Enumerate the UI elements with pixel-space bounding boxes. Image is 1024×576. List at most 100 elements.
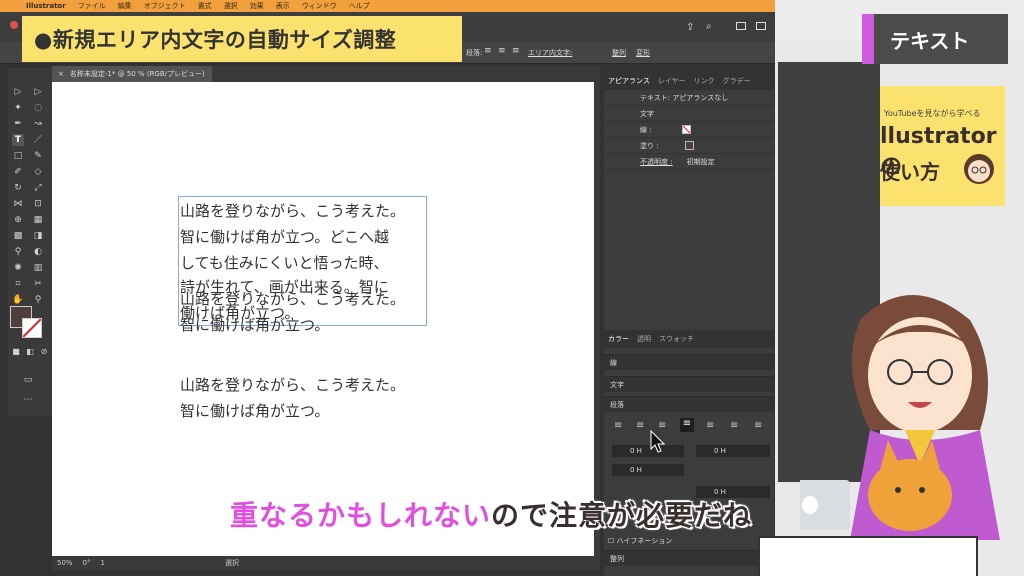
free-transform-icon[interactable]: ⊡ <box>32 198 44 210</box>
align-right-icon[interactable]: ≡ <box>512 46 520 56</box>
tab-layers[interactable]: レイヤー <box>658 76 686 86</box>
search-icon[interactable]: ⌕ <box>706 21 712 32</box>
lasso-icon[interactable]: ◌ <box>32 102 44 114</box>
paragraph-panel-header[interactable]: 段落 <box>604 396 774 412</box>
curvature-tool-icon[interactable]: ↝ <box>32 118 44 130</box>
width-tool-icon[interactable]: ⋈ <box>12 198 24 210</box>
menu-item-help[interactable]: ヘルプ <box>349 1 370 11</box>
transform-link[interactable]: 変形 <box>636 48 650 58</box>
color-mode-icon[interactable]: ■ <box>10 346 22 358</box>
align-link[interactable]: 整列 <box>612 48 626 58</box>
tab-transparency[interactable]: 透明 <box>637 334 651 344</box>
workspace-icon[interactable] <box>736 22 746 30</box>
arrange-documents-icon[interactable] <box>756 22 766 30</box>
slice-tool-icon[interactable]: ✂ <box>32 278 44 290</box>
tab-swatches[interactable]: スウォッチ <box>659 334 694 344</box>
zoom-tool-icon[interactable]: ⚲ <box>32 294 44 306</box>
align-panel-header[interactable]: 整列 <box>604 550 774 566</box>
mesh-tool-icon[interactable]: ▩ <box>12 230 24 242</box>
share-icon[interactable]: ⇪ <box>686 22 694 33</box>
rotation-value[interactable]: 0° <box>83 559 91 567</box>
graph-tool-icon[interactable]: ▥ <box>32 262 44 274</box>
character-panel-header[interactable]: 文字 <box>604 376 774 392</box>
para-justify-center-icon[interactable]: ≡ <box>706 420 714 431</box>
align-left-icon[interactable]: ≡ <box>484 46 492 56</box>
stroke-color-swatch[interactable] <box>22 318 42 338</box>
caption-subtitle: 重なるかもしれないので注意が必要だね <box>230 494 752 534</box>
paintbrush-icon[interactable]: ✎ <box>32 150 44 162</box>
document-tab[interactable]: × 名称未設定-1* @ 50 % (RGB/プレビュー) <box>52 66 212 82</box>
book-subtitle: YouTubeを見ながら学べる <box>884 109 981 118</box>
opacity-value: 初期設定 <box>686 157 715 166</box>
rectangle-tool-icon[interactable]: □ <box>12 150 24 162</box>
gradient-mode-icon[interactable]: ◧ <box>24 346 36 358</box>
para-justify-all-icon[interactable]: ≡ <box>754 420 762 431</box>
hyphenation-label: ハイフネーション <box>616 537 673 545</box>
menu-bar: Illustrator ファイル 編集 オブジェクト 書式 選択 効果 表示 ウ… <box>0 0 775 12</box>
menu-item-effect[interactable]: 効果 <box>250 1 264 11</box>
para-justify-left-icon[interactable]: ≡ <box>680 418 694 432</box>
tab-links[interactable]: リンク <box>694 76 715 86</box>
pen-tool-icon[interactable]: ✒ <box>12 118 24 130</box>
blend-tool-icon[interactable]: ◐ <box>32 246 44 258</box>
close-window-icon[interactable] <box>10 21 18 29</box>
tab-appearance[interactable]: アピアランス <box>608 76 650 86</box>
para-align-center-icon[interactable]: ≡ <box>636 420 644 431</box>
scale-tool-icon[interactable]: ⤢ <box>32 182 44 194</box>
appearance-row-fill[interactable]: 塗り : <box>604 138 774 154</box>
symbol-sprayer-icon[interactable]: ✺ <box>12 262 24 274</box>
para-justify-right-icon[interactable]: ≡ <box>730 420 738 431</box>
stroke-panel-header[interactable]: 線 <box>604 354 774 370</box>
menu-app-name[interactable]: Illustrator <box>26 2 66 10</box>
left-indent-field[interactable]: 0 H <box>612 445 684 457</box>
appearance-row-character[interactable]: 文字 <box>604 106 774 122</box>
appearance-panel-tabs: アピアランス レイヤー リンク グラデー <box>604 72 774 90</box>
zoom-level[interactable]: 50% <box>57 559 73 567</box>
tab-close-icon[interactable]: × <box>58 70 64 78</box>
menu-item-view[interactable]: 表示 <box>276 1 290 11</box>
area-type-label[interactable]: エリア内文字: <box>528 48 572 58</box>
first-line-indent-field[interactable]: 0 H <box>612 464 684 476</box>
align-center-icon[interactable]: ≡ <box>498 46 506 56</box>
hyphenation-checkbox[interactable]: ☐ ハイフネーション <box>608 536 672 546</box>
eyedropper-icon[interactable]: ⚲ <box>12 246 24 258</box>
appearance-row-opacity[interactable]: 不透明度 : 初期設定 <box>604 154 774 170</box>
hand-tool-icon[interactable]: ✋ <box>12 294 24 306</box>
rotate-tool-icon[interactable]: ↻ <box>12 182 24 194</box>
book-title-line-2: 使い方 <box>880 160 940 184</box>
eraser-icon[interactable]: ◇ <box>32 166 44 178</box>
magic-wand-icon[interactable]: ✦ <box>12 102 24 114</box>
vertical-scrollbar[interactable] <box>594 82 600 556</box>
menu-item-select[interactable]: 選択 <box>224 1 238 11</box>
line-tool-icon[interactable]: ／ <box>32 134 44 146</box>
menu-item-file[interactable]: ファイル <box>78 1 106 11</box>
artboard-number[interactable]: 1 <box>101 559 105 567</box>
topic-tag-label: テキスト <box>890 28 970 53</box>
menu-item-edit[interactable]: 編集 <box>118 1 132 11</box>
para-align-left-icon[interactable]: ≡ <box>614 420 622 431</box>
menu-item-type[interactable]: 書式 <box>198 1 212 11</box>
stroke-label: 線 : <box>640 125 652 134</box>
selection-tool-icon[interactable]: ▷ <box>12 86 24 98</box>
artboard-tool-icon[interactable]: ⌗ <box>12 278 24 290</box>
stroke-none-swatch[interactable] <box>681 125 691 134</box>
menu-item-object[interactable]: オブジェクト <box>144 1 186 11</box>
screen-mode-icon[interactable]: ▭ <box>22 374 34 386</box>
more-tools-icon[interactable]: ⋯ <box>22 394 34 406</box>
tab-color[interactable]: カラー <box>608 334 629 344</box>
gradient-tool-icon[interactable]: ◨ <box>32 230 44 242</box>
tab-gradient[interactable]: グラデー <box>723 76 751 86</box>
fill-swatch[interactable] <box>684 141 694 150</box>
appearance-row-stroke[interactable]: 線 : <box>604 122 774 138</box>
paragraph-label: 段落: <box>466 49 483 57</box>
right-indent-field[interactable]: 0 H <box>696 445 770 457</box>
perspective-grid-icon[interactable]: ▦ <box>32 214 44 226</box>
opacity-label[interactable]: 不透明度 : <box>640 157 673 167</box>
shape-builder-icon[interactable]: ⊕ <box>12 214 24 226</box>
menu-item-window[interactable]: ウィンドウ <box>302 1 337 11</box>
shaper-tool-icon[interactable]: ✐ <box>12 166 24 178</box>
direct-selection-tool-icon[interactable]: ▷ <box>32 86 44 98</box>
appearance-empty-area <box>604 170 774 330</box>
type-tool-icon[interactable]: T <box>12 134 24 146</box>
none-mode-icon[interactable]: ⊘ <box>38 346 50 358</box>
